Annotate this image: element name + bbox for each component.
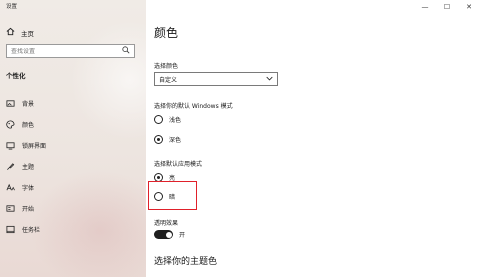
sidebar-item-themes[interactable]: 主题 bbox=[6, 156, 136, 177]
start-icon bbox=[6, 204, 15, 213]
sidebar-item-lock-screen[interactable]: 锁屏界面 bbox=[6, 135, 136, 156]
toggle-state-label: 开 bbox=[179, 232, 186, 239]
highlight-box bbox=[148, 181, 197, 210]
sidebar-item-label: 颜色 bbox=[22, 122, 35, 129]
chevron-down-icon bbox=[266, 76, 273, 83]
sidebar-item-label: 开始 bbox=[22, 206, 35, 213]
sidebar-item-background[interactable]: 背景 bbox=[6, 93, 136, 114]
sidebar-item-start[interactable]: 开始 bbox=[6, 198, 136, 219]
radio-circle[interactable] bbox=[154, 135, 163, 144]
nav-home-label: 主页 bbox=[21, 29, 34, 38]
dropdown-value: 自定义 bbox=[159, 76, 178, 84]
transparency-label: 透明效果 bbox=[154, 220, 179, 227]
sidebar-item-fonts[interactable]: 字体 bbox=[6, 177, 136, 198]
app-title: 设置 bbox=[6, 4, 18, 10]
close-button[interactable]: ✕ bbox=[458, 0, 480, 14]
theme-icon bbox=[6, 162, 15, 171]
lock-screen-icon bbox=[6, 141, 15, 150]
radio-windows-dark[interactable]: 深色 bbox=[154, 135, 181, 144]
sidebar-item-label: 背景 bbox=[22, 101, 35, 108]
sidebar-item-taskbar[interactable]: 任务栏 bbox=[6, 219, 136, 240]
choose-color-dropdown[interactable]: 自定义 bbox=[154, 72, 278, 86]
app-mode-label: 选择默认应用模式 bbox=[154, 161, 203, 168]
nav-list: 背景 颜色 锁屏界面 主题 字体 开始 任务栏 bbox=[6, 93, 136, 240]
toggle-switch[interactable] bbox=[154, 230, 173, 239]
palette-icon bbox=[6, 120, 15, 129]
radio-circle[interactable] bbox=[154, 115, 163, 124]
accent-color-heading: 选择你的主题色 bbox=[154, 257, 218, 267]
sidebar-item-label: 字体 bbox=[22, 185, 35, 192]
nav-home[interactable]: 主页 bbox=[6, 27, 34, 38]
sidebar-item-label: 任务栏 bbox=[22, 227, 41, 234]
search-icon[interactable] bbox=[122, 46, 130, 56]
radio-label: 浅色 bbox=[169, 117, 182, 124]
sidebar: 设置 主页 个性化 背景 颜色 锁屏界面 bbox=[0, 0, 146, 277]
main-panel: — ☐ ✕ 颜色 选择颜色 自定义 选择你的默认 Windows 模式 浅色 深… bbox=[146, 0, 480, 277]
transparency-toggle[interactable]: 开 bbox=[154, 230, 185, 239]
minimize-button[interactable]: — bbox=[414, 0, 436, 14]
maximize-button[interactable]: ☐ bbox=[436, 0, 458, 14]
radio-label: 深色 bbox=[169, 137, 182, 144]
image-icon bbox=[6, 99, 15, 108]
window-controls: — ☐ ✕ bbox=[414, 0, 480, 14]
home-icon bbox=[6, 27, 15, 38]
section-title: 个性化 bbox=[6, 72, 26, 80]
search-box[interactable] bbox=[6, 44, 135, 58]
sidebar-item-colors[interactable]: 颜色 bbox=[6, 114, 136, 135]
search-input[interactable] bbox=[11, 47, 111, 55]
page-title: 颜色 bbox=[154, 26, 179, 40]
choose-color-label: 选择颜色 bbox=[154, 63, 179, 70]
windows-mode-label: 选择你的默认 Windows 模式 bbox=[154, 103, 233, 110]
sidebar-item-label: 主题 bbox=[22, 164, 35, 171]
sidebar-item-label: 锁屏界面 bbox=[22, 143, 47, 150]
taskbar-icon bbox=[6, 225, 15, 234]
font-icon bbox=[6, 183, 15, 192]
radio-windows-light[interactable]: 浅色 bbox=[154, 115, 181, 124]
